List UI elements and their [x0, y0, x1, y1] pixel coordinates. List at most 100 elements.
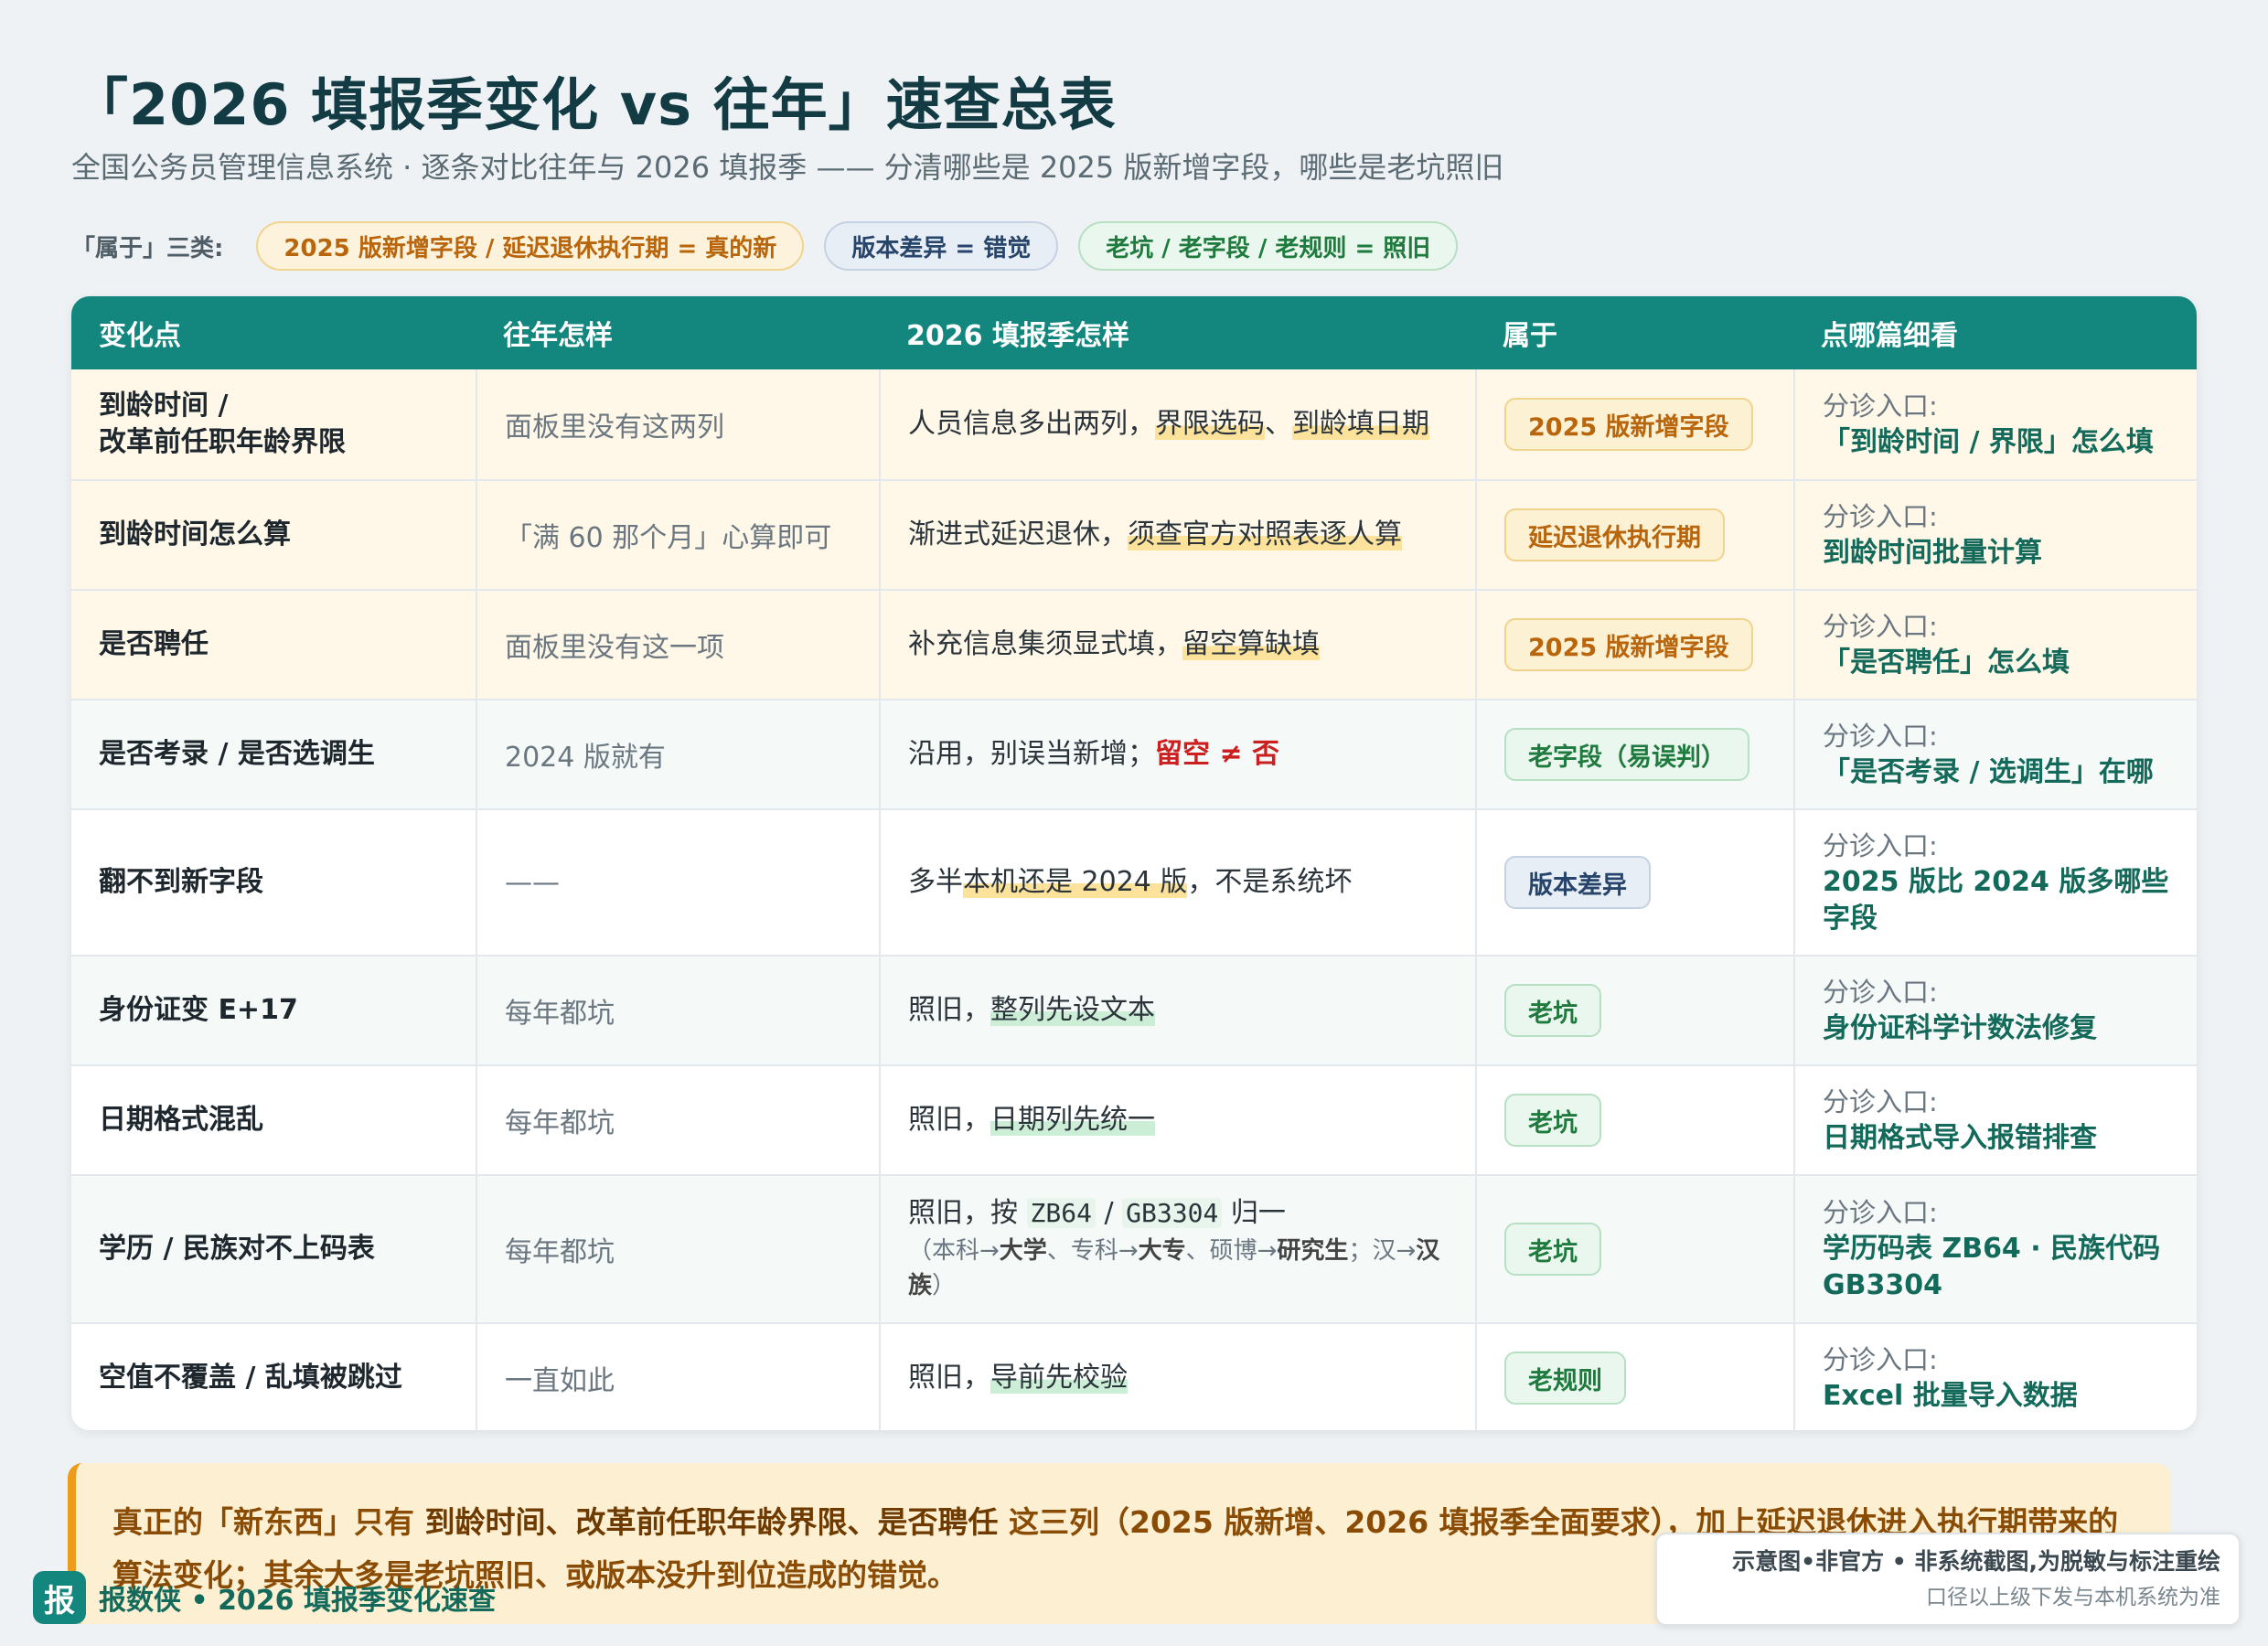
table-row: 身份证变 E+17 每年都坑 照旧，整列先设文本 老坑 分诊入口: 身份证科学计… [71, 955, 2197, 1064]
row-2026-highlight: 日期列先统一 [990, 1104, 1155, 1136]
table-row: 是否考录 / 是否选调生 2024 版就有 沿用，别误当新增；留空 ≠ 否 老字… [71, 699, 2197, 808]
row-change-name: 身份证变 E+17 [99, 994, 298, 1026]
table-row: 是否聘任 面板里没有这一项 补充信息集须显式填，留空算缺填 2025 版新增字段… [71, 589, 2197, 699]
entry-label: 分诊入口: [1823, 501, 1938, 532]
row-category: 2025 版新增字段 [1475, 591, 1793, 699]
row-2026-highlight: 留空算缺填 [1182, 628, 1320, 660]
row-2026-text: 多半 [908, 866, 963, 898]
entry-link[interactable]: 2025 版比 2024 版多哪些 字段 [1823, 864, 2168, 937]
entry-link[interactable]: 学历码表 ZB64 · 民族代码 GB3304 [1823, 1231, 2160, 1304]
row-entry: 分诊入口: 学历码表 ZB64 · 民族代码 GB3304 [1793, 1176, 2197, 1322]
category-tag: 老规则 [1504, 1352, 1626, 1405]
entry-link-line: GB3304 [1823, 1269, 1942, 1301]
row-change-name: 是否考录 / 是否选调生 [99, 738, 375, 770]
category-tag: 2025 版新增字段 [1504, 398, 1753, 451]
row-2026: 补充信息集须显式填，留空算缺填 [879, 591, 1475, 699]
entry-link[interactable]: 「是否聘任」怎么填 [1823, 645, 2070, 681]
entry-label: 分诊入口: [1823, 611, 1938, 642]
category-tag: 老坑 [1504, 984, 1601, 1037]
row-entry: 分诊入口: 「是否考录 / 选调生」在哪 [1793, 700, 2197, 808]
callout-highlight: 到龄时间、改革前任职年龄界限、是否聘任 [424, 1504, 999, 1540]
row-2026-text: 渐进式延迟退休， [908, 518, 1128, 550]
row-previous: 面板里没有这一项 [476, 591, 879, 699]
table-row: 到龄时间 / 改革前任职年龄界限 面板里没有这两列 人员信息多出两列，界限选码、… [71, 369, 2197, 479]
row-category: 延迟退休执行期 [1475, 481, 1793, 589]
category-legend: 「属于」三类: 2025 版新增字段 / 延迟退休执行期 = 真的新 版本差异 … [71, 221, 1459, 271]
row-2026-warning: 留空 ≠ 否 [1155, 738, 1280, 770]
legend-label: 「属于」三类: [71, 234, 224, 262]
table-row: 空值不覆盖 / 乱填被跳过 一直如此 照旧，导前先校验 老规则 分诊入口: Ex… [71, 1322, 2197, 1430]
table-row: 翻不到新字段 —— 多半本机还是 2024 版，不是系统坏 版本差异 分诊入口:… [71, 808, 2197, 955]
row-2026-text: 照旧， [908, 994, 990, 1026]
row-2026-text: 沿用，别误当新增； [908, 738, 1155, 770]
row-2026: 照旧，导前先校验 [879, 1324, 1475, 1430]
entry-link[interactable]: 身份证科学计数法修复 [1823, 1010, 2097, 1047]
row-2026: 人员信息多出两列，界限选码、到龄填日期 [879, 369, 1475, 479]
row-entry: 分诊入口: 「是否聘任」怎么填 [1793, 591, 2197, 699]
row-change-name: 翻不到新字段 [99, 866, 263, 898]
row-2026-highlight: 本机还是 2024 版 [963, 866, 1188, 898]
entry-label: 分诊入口: [1823, 721, 1938, 752]
table-header: 变化点 往年怎样 2026 填报季怎样 属于 点哪篇细看 [71, 296, 2197, 369]
brand-footer: 报 报数侠 • 2026 填报季变化速查 [33, 1571, 496, 1624]
brand-logo: 报 [33, 1571, 86, 1624]
legend-pill-version-diff: 版本差异 = 错觉 [824, 221, 1059, 271]
row-previous: 每年都坑 [476, 957, 879, 1064]
row-2026-text: 归一 [1222, 1197, 1286, 1229]
row-2026-text: 补充信息集须显式填， [908, 628, 1182, 660]
row-change-name: 是否聘任 [99, 628, 209, 660]
column-header-2026: 2026 填报季怎样 [906, 320, 1129, 352]
category-tag: 2025 版新增字段 [1504, 618, 1753, 671]
row-change-name: 到龄时间怎么算 [99, 518, 291, 550]
category-tag: 老坑 [1504, 1223, 1601, 1276]
row-entry: 分诊入口: 「到龄时间 / 界限」怎么填 [1793, 369, 2197, 479]
row-previous: 「满 60 那个月」心算即可 [476, 481, 879, 589]
column-header-link: 点哪篇细看 [1821, 320, 1958, 352]
page-title: 「2026 填报季变化 vs 往年」速查总表 [71, 71, 1117, 138]
row-previous: 面板里没有这两列 [476, 369, 879, 479]
column-header-previous: 往年怎样 [503, 320, 613, 352]
row-category: 2025 版新增字段 [1475, 369, 1793, 479]
row-previous: 2024 版就有 [476, 700, 879, 808]
row-2026-text: ，不是系统坏 [1187, 866, 1353, 898]
row-category: 老坑 [1475, 957, 1793, 1064]
entry-label: 分诊入口: [1823, 1344, 1938, 1375]
mapping-note: （本科→大学、专科→大专、硕博→研究生；汉→汉族） [908, 1237, 1440, 1299]
row-2026: 照旧，按 ZB64 / GB3304 归一 （本科→大学、专科→大专、硕博→研究… [879, 1176, 1475, 1322]
entry-label: 分诊入口: [1823, 977, 1938, 1008]
row-previous: 每年都坑 [476, 1066, 879, 1174]
row-2026-text: 、 [1265, 408, 1292, 440]
entry-link[interactable]: 到龄时间批量计算 [1823, 535, 2042, 572]
row-2026-highlight: 界限选码 [1155, 408, 1265, 440]
disclaimer-box: 示意图•非官方 • 非系统截图,为脱敏与标注重绘 口径以上级下发与本机系统为准 [1655, 1533, 2241, 1626]
callout-text: 真正的「新东西」只有 [112, 1504, 425, 1540]
row-entry: 分诊入口: 身份证科学计数法修复 [1793, 957, 2197, 1064]
entry-link[interactable]: Excel 批量导入数据 [1823, 1378, 2078, 1415]
category-tag: 老坑 [1504, 1094, 1601, 1147]
row-change-name: 到龄时间 / 改革前任职年龄界限 [71, 369, 476, 479]
row-change-name-line: 改革前任职年龄界限 [99, 426, 346, 458]
row-2026-text: / [1095, 1197, 1123, 1229]
table-row: 到龄时间怎么算 「满 60 那个月」心算即可 渐进式延迟退休，须查官方对照表逐人… [71, 479, 2197, 589]
row-2026-highlight: 到龄填日期 [1292, 408, 1429, 440]
code-table-id: ZB64 [1026, 1198, 1096, 1228]
disclaimer-line: 口径以上级下发与本机系统为准 [1926, 1586, 2220, 1609]
row-change-name: 日期格式混乱 [99, 1104, 263, 1136]
row-entry: 分诊入口: 日期格式导入报错排查 [1793, 1066, 2197, 1174]
row-2026-text: 照旧， [908, 1104, 990, 1136]
entry-link[interactable]: 「到龄时间 / 界限」怎么填 [1823, 424, 2154, 461]
row-category: 老字段（易误判） [1475, 700, 1793, 808]
row-entry: 分诊入口: 2025 版比 2024 版多哪些 字段 [1793, 810, 2197, 955]
code-table-id: GB3304 [1122, 1198, 1223, 1228]
row-category: 老坑 [1475, 1176, 1793, 1322]
entry-link[interactable]: 「是否考录 / 选调生」在哪 [1823, 754, 2154, 791]
table-row: 学历 / 民族对不上码表 每年都坑 照旧，按 ZB64 / GB3304 归一 … [71, 1174, 2197, 1322]
row-2026-highlight: 导前先校验 [990, 1362, 1128, 1394]
row-2026-text: 照旧， [908, 1362, 990, 1394]
table-row: 日期格式混乱 每年都坑 照旧，日期列先统一 老坑 分诊入口: 日期格式导入报错排… [71, 1064, 2197, 1174]
comparison-table: 变化点 往年怎样 2026 填报季怎样 属于 点哪篇细看 到龄时间 / 改革前任… [71, 296, 2197, 1430]
row-category: 老规则 [1475, 1324, 1793, 1430]
entry-link[interactable]: 日期格式导入报错排查 [1823, 1120, 2097, 1157]
row-entry: 分诊入口: 到龄时间批量计算 [1793, 481, 2197, 589]
page-subtitle: 全国公务员管理信息系统 · 逐条对比往年与 2026 填报季 —— 分清哪些是 … [71, 150, 1504, 185]
